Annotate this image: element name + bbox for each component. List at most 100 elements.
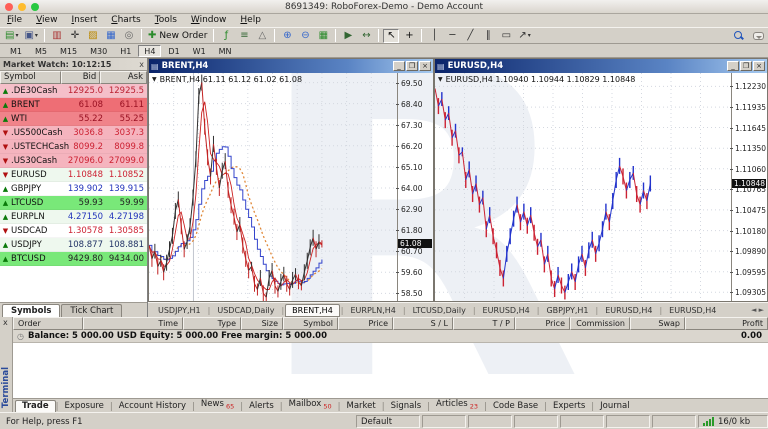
terminal-tab-exposure[interactable]: Exposure	[59, 401, 110, 412]
terminal-tab-experts[interactable]: Experts	[547, 401, 591, 412]
terminal-column-symbol[interactable]: Symbol	[283, 317, 338, 330]
market-watch-row[interactable]: ▲ .DE30Cash 12925.0 12925.5	[0, 84, 147, 98]
terminal-tab-signals[interactable]: Signals	[385, 401, 428, 412]
chart-plot[interactable]	[435, 73, 730, 301]
terminal-close-icon[interactable]: x	[3, 318, 8, 327]
timeframe-w1[interactable]: W1	[187, 45, 212, 57]
terminal-tab-news[interactable]: News 65	[195, 399, 240, 412]
zoom-in-button[interactable]: ⊕	[279, 29, 295, 43]
cursor-button[interactable]: ↖	[383, 28, 400, 43]
market-watch-button[interactable]: ▥	[49, 29, 65, 43]
profiles-button[interactable]: ▣ ▾	[22, 29, 39, 43]
menu-item-charts[interactable]: Charts	[104, 14, 147, 27]
price-axis[interactable]: 69.50 68.40 67.30 66.20 65.10 64.00 62.90 61.80…	[395, 73, 433, 301]
market-watch-row[interactable]: ▲ LTCUSD 59.93 59.99	[0, 196, 147, 210]
market-watch-row[interactable]: ▼ EURUSD 1.10848 1.10852	[0, 168, 147, 182]
chart-tab[interactable]: EURUSD,H4	[477, 305, 536, 316]
tile-windows-button[interactable]: ▦	[315, 29, 331, 43]
market-watch-row[interactable]: ▼ USDCAD 1.30578 1.30585	[0, 224, 147, 238]
terminal-column-commission[interactable]: Commission	[570, 317, 630, 330]
timeframe-m30[interactable]: M30	[84, 45, 113, 57]
chart-tab[interactable]: GBPJPY,H1	[540, 305, 594, 316]
market-watch-row[interactable]: ▲ WTI 55.22 55.25	[0, 112, 147, 126]
tab-scroll-arrows[interactable]: ◄ ►	[751, 306, 768, 314]
timeframe-h4[interactable]: H4	[138, 44, 162, 57]
market-watch-row[interactable]: ▲ GBPJPY 139.902 139.915	[0, 182, 147, 196]
chart-minimize-icon[interactable]: _	[727, 61, 739, 71]
terminal-tab-journal[interactable]: Journal	[594, 401, 635, 412]
chart-tab[interactable]: EURUSD,H4	[599, 305, 658, 316]
search-icon[interactable]	[734, 31, 743, 40]
chart-restore-icon[interactable]: ❒	[406, 61, 418, 71]
chart-body[interactable]: ▼ EURUSD,H4 1.10940 1.10944 1.10829 1.10…	[435, 73, 767, 301]
chart-minimize-icon[interactable]: _	[393, 61, 405, 71]
trendline-button[interactable]: ╱	[462, 29, 478, 43]
timeframe-h1[interactable]: H1	[114, 45, 137, 57]
chart-info-collapse-icon[interactable]: ▼	[438, 76, 443, 83]
terminal-tab-account-history[interactable]: Account History	[113, 401, 192, 412]
market-watch-tab-symbols[interactable]: Symbols	[2, 304, 61, 317]
chart-tab[interactable]: BRENT,H4	[285, 303, 340, 317]
equidistant-channel-button[interactable]: ∥	[480, 29, 496, 43]
terminal-column-profit[interactable]: Profit	[685, 317, 768, 330]
crosshair-button[interactable]: +	[401, 29, 417, 43]
terminal-column-sl[interactable]: S / L	[393, 317, 453, 330]
chart-tab[interactable]: LTCUSD,Daily	[407, 305, 472, 316]
chart-body[interactable]: ▼ BRENT,H4 61.11 61.12 61.02 61.08 69.50…	[149, 73, 433, 301]
market-watch-row[interactable]: ▲ EURPLN 4.27150 4.27198	[0, 210, 147, 224]
terminal-column-type[interactable]: Type	[183, 317, 241, 330]
chart-tab[interactable]: EURUSD,H4	[663, 305, 722, 316]
market-watch-row[interactable]: ▼ .US500Cash 3036.8 3037.3	[0, 126, 147, 140]
chart-close-icon[interactable]: ×	[419, 61, 431, 71]
chat-icon[interactable]	[753, 31, 764, 40]
price-axis[interactable]: 1.12230 1.11935 1.11645 1.11350 1.11060 1.107…	[729, 73, 767, 301]
timeframe-m5[interactable]: M5	[29, 45, 53, 57]
market-watch-column-ask[interactable]: Ask	[100, 71, 147, 84]
terminal-column-order[interactable]: Order	[13, 317, 83, 330]
status-profile[interactable]: Default	[356, 415, 420, 428]
auto-scroll-button[interactable]: ▶	[340, 29, 356, 43]
vertical-line-button[interactable]: │	[426, 29, 442, 43]
timeframe-m15[interactable]: M15	[54, 45, 83, 57]
navigator-button[interactable]: ▨	[85, 29, 101, 43]
chart-titlebar[interactable]: ▤ BRENT,H4 _ ❒ ×	[149, 59, 433, 73]
strategy-tester-button[interactable]: ◎	[121, 29, 137, 43]
market-watch-tab-tick-chart[interactable]: Tick Chart	[61, 304, 123, 317]
market-watch-close-icon[interactable]: x	[139, 60, 144, 69]
chart-info-collapse-icon[interactable]: ▼	[152, 76, 157, 83]
timeframe-m1[interactable]: M1	[4, 45, 28, 57]
timeframe-d1[interactable]: D1	[162, 45, 185, 57]
chart-tab[interactable]: USDJPY,H1	[152, 305, 207, 316]
terminal-column-price[interactable]: Price	[515, 317, 570, 330]
market-watch-column-bid[interactable]: Bid	[60, 71, 101, 84]
new-chart-button[interactable]: ▤ ▾	[3, 29, 20, 43]
zoom-out-button[interactable]: ⊖	[297, 29, 313, 43]
market-watch-row[interactable]: ▼ .USTECHCash 8099.2 8099.8	[0, 140, 147, 154]
terminal-tab-articles[interactable]: Articles 23	[430, 399, 484, 412]
data-window-button[interactable]: ✛	[67, 29, 83, 43]
rectangle-button[interactable]: ▭	[498, 29, 514, 43]
chart-restore-icon[interactable]: ❒	[740, 61, 752, 71]
market-watch-row[interactable]: ▼ .US30Cash 27096.0 27099.0	[0, 154, 147, 168]
chart-shift-button[interactable]: ↔	[358, 29, 374, 43]
terminal-tab-trade[interactable]: Trade	[15, 400, 56, 412]
new-order-button[interactable]: ✚ New Order	[146, 29, 209, 43]
objects-list-button[interactable]: △	[254, 29, 270, 43]
chart-titlebar[interactable]: ▤ EURUSD,H4 _ ❒ ×	[435, 59, 767, 73]
terminal-column-tp[interactable]: T / P	[453, 317, 515, 330]
market-watch-row[interactable]: ▲ BTCUSD 9429.80 9434.00	[0, 252, 147, 266]
market-watch-column-symbol[interactable]: Symbol	[0, 71, 61, 84]
indicator-list-button[interactable]: ≡	[236, 29, 252, 43]
menu-item-window[interactable]: Window	[184, 14, 234, 27]
menu-item-tools[interactable]: Tools	[148, 14, 184, 27]
terminal-panel-button[interactable]: ▦	[103, 29, 119, 43]
horizontal-line-button[interactable]: ─	[444, 29, 460, 43]
menu-item-view[interactable]: View	[29, 14, 64, 27]
market-watch-row[interactable]: ▲ BRENT 61.08 61.11	[0, 98, 147, 112]
arrows-tool-button[interactable]: ↗ ▾	[516, 29, 532, 43]
indicators-button[interactable]: ƒ	[218, 29, 234, 43]
terminal-tab-mailbox[interactable]: Mailbox 50	[283, 399, 338, 412]
chart-tab[interactable]: USDCAD,Daily	[211, 305, 280, 316]
market-watch-row[interactable]: ▲ USDJPY 108.877 108.881	[0, 238, 147, 252]
terminal-column-swap[interactable]: Swap	[630, 317, 685, 330]
